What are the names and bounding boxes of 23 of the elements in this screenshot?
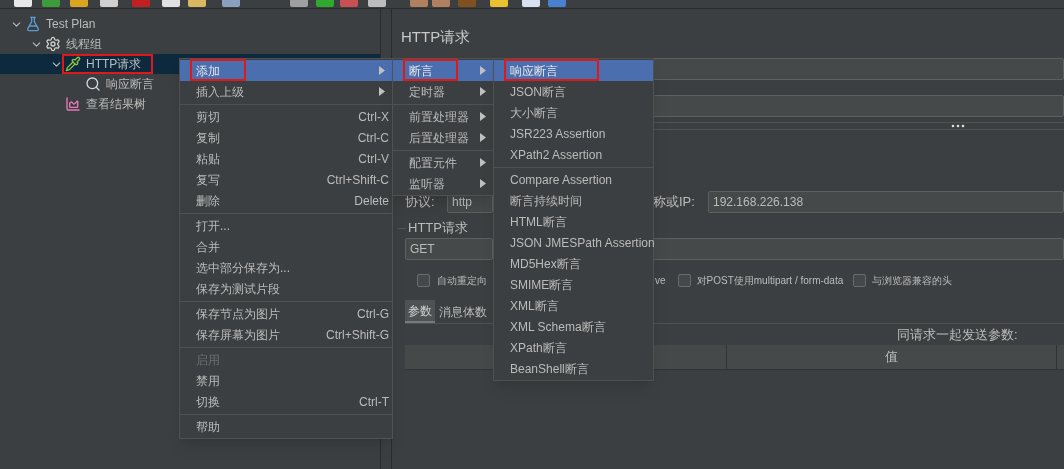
checkbox-label: ve (655, 273, 666, 288)
shortcut-label: Ctrl-X (358, 108, 389, 126)
protocol-label: 协议: (405, 192, 436, 211)
tree-item-label: 查看结果树 (86, 96, 146, 113)
server-label: 称或IP: (653, 192, 696, 211)
tree-item-label: 线程组 (66, 36, 102, 53)
shortcut-label: Ctrl+Shift-G (326, 326, 389, 344)
group-label: HTTP请求 (407, 219, 469, 238)
shortcut-label: Ctrl-G (357, 305, 389, 323)
panel-title: HTTP请求 (400, 28, 472, 46)
shortcut-label: Delete (354, 192, 389, 210)
shortcut-label: Ctrl+Shift-C (326, 171, 389, 189)
params-caption: 同请求一起发送参数: (897, 325, 1018, 344)
tree-item-label: Test Plan (46, 16, 96, 33)
column-header: 值 (885, 348, 898, 367)
tree-item-label: HTTP请求 (86, 56, 142, 73)
shortcut-label: Ctrl-V (358, 150, 389, 168)
checkbox-label: 自动重定向 (437, 273, 487, 288)
checkbox-label: 对POST使用multipart / form-data (696, 273, 844, 288)
shortcut-label: Ctrl-C (357, 129, 389, 147)
shortcut-label: Ctrl-T (359, 393, 389, 411)
tree-item-label: 响应断言 (106, 76, 154, 93)
checkbox-label: 与浏览器兼容的头 (872, 273, 953, 288)
